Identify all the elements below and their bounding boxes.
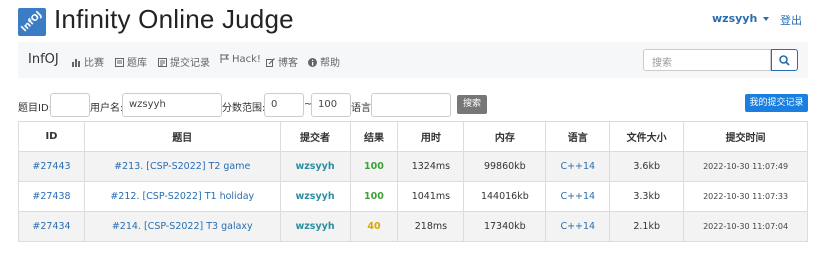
bar-chart-icon (72, 59, 80, 67)
column-header-file-size: 文件大小 (609, 121, 685, 152)
column-header-memory: 内存 (463, 121, 547, 152)
submitter-link[interactable]: wzsyyh (295, 191, 334, 202)
username-label: 用户名: (90, 103, 124, 114)
edit-icon (266, 58, 275, 67)
file-size-cell: 2.1kb (609, 211, 685, 242)
time-cell: 1041ms (397, 181, 465, 212)
submission-id-link[interactable]: #27434 (32, 221, 70, 232)
nav-search-input[interactable]: 搜索 (643, 49, 771, 71)
submit-time-cell: 2022-10-30 11:07:49 (683, 151, 808, 182)
flag-icon (220, 54, 229, 63)
site-logo[interactable]: InfOJ (18, 8, 46, 36)
column-header-id: ID (18, 121, 85, 152)
score-range-label: 分数范围: (222, 103, 266, 114)
column-header-submit-time: 提交时间 (683, 121, 808, 152)
result-score[interactable]: 40 (367, 221, 380, 232)
submit-time-cell: 2022-10-30 11:07:04 (683, 211, 808, 242)
book-icon (115, 58, 124, 67)
nav-item-label: Hack! (232, 54, 261, 65)
time-cell: 218ms (397, 211, 465, 242)
table-header-row: ID 题目 提交者 结果 用时 内存 语言 文件大小 提交时间 (18, 121, 808, 152)
problem-id-label: 题目ID: (18, 103, 53, 114)
filter-row: 题目ID: 用户名: wzsyyh 分数范围: 0 ~ 100 语言: 搜索 我… (0, 92, 828, 118)
nav-item-label: 题库 (127, 58, 147, 69)
table-row: #27434 #214. [CSP-S2022] T3 galaxy wzsyy… (18, 211, 808, 242)
table-row: #27443 #213. [CSP-S2022] T2 game wzsyyh … (18, 151, 808, 182)
nav-item-label: 比赛 (84, 58, 104, 69)
score-max-input[interactable]: 100 (311, 93, 351, 117)
submission-id-link[interactable]: #27443 (32, 161, 70, 172)
navbar: InfOJ 比赛 题库 提交记录 Hack! 博客 帮助 搜索 (18, 42, 808, 78)
my-submissions-button[interactable]: 我的提交记录 (745, 94, 808, 112)
chevron-down-icon (763, 17, 770, 21)
nav-item-submissions[interactable]: 提交记录 (158, 54, 210, 69)
nav-item-help[interactable]: 帮助 (308, 54, 340, 69)
problem-link[interactable]: #214. [CSP-S2022] T3 galaxy (112, 221, 253, 232)
file-size-cell: 3.6kb (609, 151, 685, 182)
problem-id-input[interactable] (50, 93, 90, 117)
submission-id-link[interactable]: #27438 (32, 191, 70, 202)
nav-item-label: 博客 (278, 58, 298, 69)
result-score[interactable]: 100 (364, 161, 384, 172)
column-header-language: 语言 (545, 121, 611, 152)
language-link[interactable]: C++14 (560, 161, 595, 172)
site-title[interactable]: Infinity Online Judge (54, 4, 294, 35)
nav-item-blog[interactable]: 博客 (266, 54, 298, 69)
memory-cell: 17340kb (463, 211, 547, 242)
submitter-link[interactable]: wzsyyh (295, 221, 334, 232)
nav-item-contests[interactable]: 比赛 (72, 54, 104, 69)
problem-link[interactable]: #212. [CSP-S2022] T1 holiday (110, 191, 254, 202)
column-header-submitter: 提交者 (279, 121, 351, 152)
nav-item-label: 提交记录 (170, 58, 210, 69)
language-link[interactable]: C++14 (560, 191, 595, 202)
nav-item-problems[interactable]: 题库 (115, 54, 147, 69)
score-min-input[interactable]: 0 (264, 93, 304, 117)
file-size-cell: 3.3kb (609, 181, 685, 212)
user-menu[interactable]: wzsyyh (712, 12, 770, 25)
user-menu-label: wzsyyh (712, 12, 758, 25)
time-cell: 1324ms (397, 151, 465, 182)
submitter-link[interactable]: wzsyyh (295, 161, 334, 172)
username-input[interactable]: wzsyyh (122, 93, 222, 117)
list-icon (158, 58, 167, 67)
site-header: InfOJ Infinity Online Judge wzsyyh 登出 (0, 0, 828, 42)
navbar-brand[interactable]: InfOJ (28, 52, 59, 67)
result-score[interactable]: 100 (364, 191, 384, 202)
search-icon (779, 55, 790, 66)
table-row: #27438 #212. [CSP-S2022] T1 holiday wzsy… (18, 181, 808, 212)
submissions-table: ID 题目 提交者 结果 用时 内存 语言 文件大小 提交时间 #27443 #… (18, 121, 808, 242)
logo-text: InfOJ (19, 9, 45, 35)
nav-search-button[interactable] (771, 49, 798, 71)
language-link[interactable]: C++14 (560, 221, 595, 232)
memory-cell: 144016kb (463, 181, 547, 212)
column-header-time: 用时 (397, 121, 465, 152)
memory-cell: 99860kb (463, 151, 547, 182)
problem-link[interactable]: #213. [CSP-S2022] T2 game (114, 161, 250, 172)
column-header-result: 结果 (349, 121, 399, 152)
filter-search-button[interactable]: 搜索 (457, 95, 487, 114)
column-header-problem: 题目 (83, 121, 281, 152)
logout-link[interactable]: 登出 (780, 12, 802, 28)
nav-item-label: 帮助 (320, 58, 340, 69)
submit-time-cell: 2022-10-30 11:07:33 (683, 181, 808, 212)
info-icon (308, 58, 317, 67)
nav-item-hack[interactable]: Hack! (220, 54, 261, 65)
language-input[interactable] (371, 93, 451, 117)
